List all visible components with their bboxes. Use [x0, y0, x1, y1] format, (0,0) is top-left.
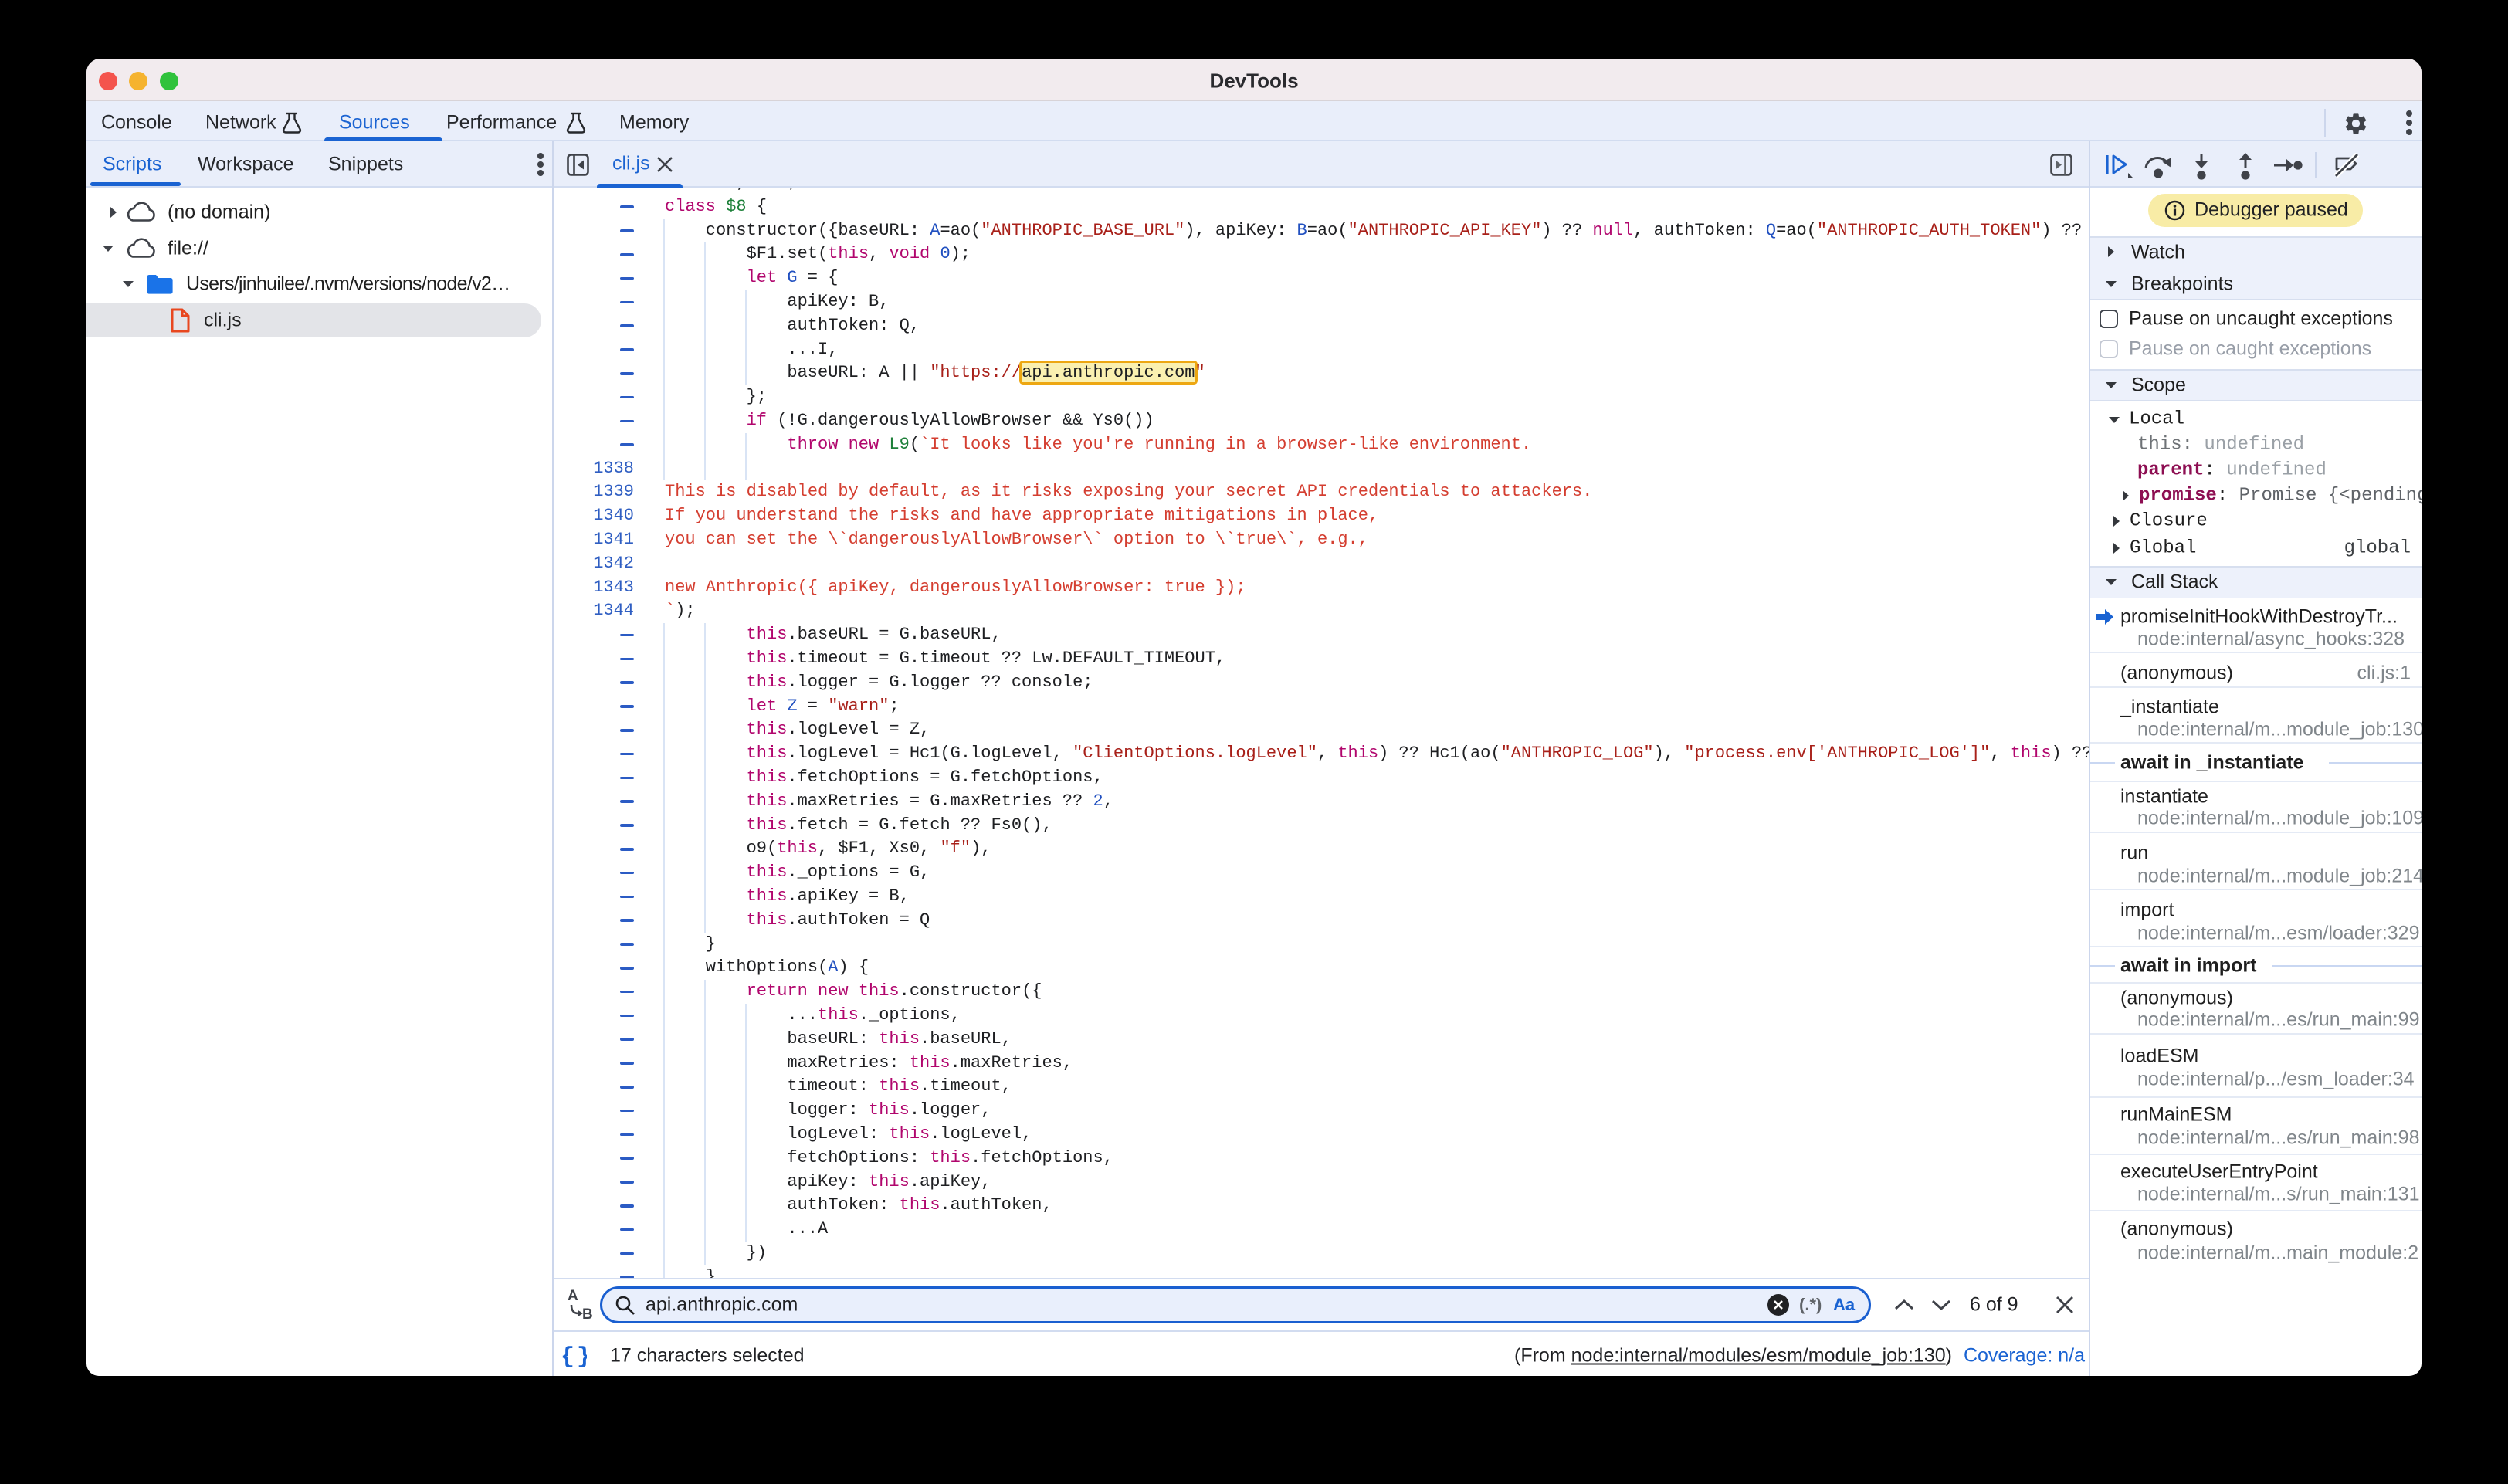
svg-text:{}: {} — [561, 1344, 587, 1367]
svg-text:B: B — [582, 1306, 593, 1320]
svg-text:A: A — [568, 1288, 578, 1304]
